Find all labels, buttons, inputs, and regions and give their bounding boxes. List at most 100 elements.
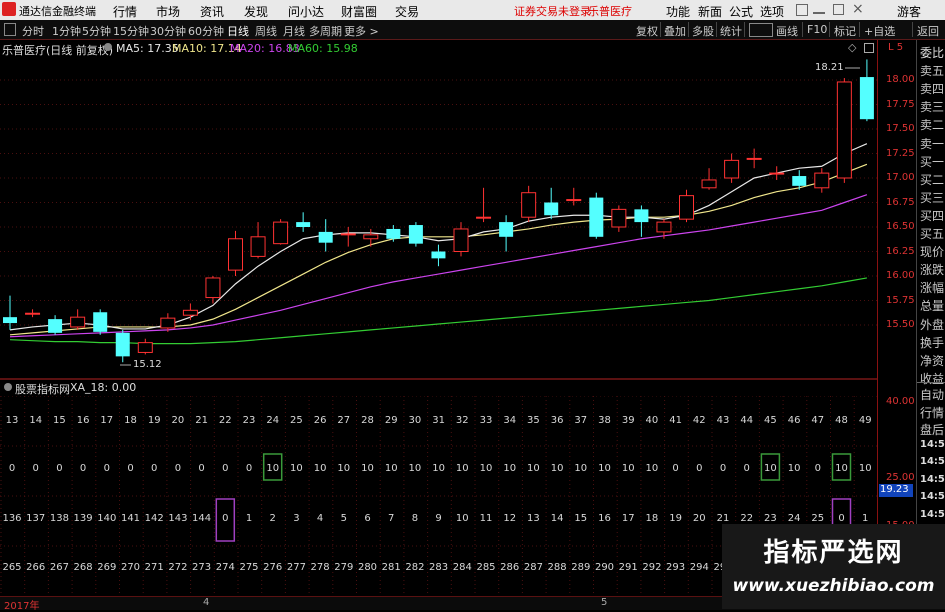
- indicator-cell: 43: [717, 415, 730, 426]
- month-label-5: 5: [601, 597, 608, 608]
- candle[interactable]: [182, 303, 198, 321]
- tab-5min[interactable]: 5分钟: [82, 23, 111, 39]
- indicator-cell: 47: [811, 415, 824, 426]
- candle[interactable]: [724, 153, 740, 183]
- candle[interactable]: [48, 315, 63, 335]
- quote-label: 涨跌: [920, 263, 945, 278]
- menu-item-hangqing[interactable]: 行情: [113, 3, 137, 20]
- minimize-icon[interactable]: [813, 12, 825, 14]
- kline-chart[interactable]: 18.21 15.12: [0, 56, 877, 378]
- candle[interactable]: [746, 148, 762, 169]
- candle[interactable]: [814, 168, 830, 193]
- menu-item-xinmian[interactable]: 新面: [698, 3, 722, 20]
- indicator-cell: 138: [50, 513, 69, 524]
- close-icon[interactable]: ×: [852, 1, 864, 17]
- login-status[interactable]: 证券交易未登录: [514, 3, 591, 19]
- settings-icon[interactable]: [796, 4, 808, 16]
- candle[interactable]: [701, 168, 717, 190]
- user-label[interactable]: 游客: [897, 3, 921, 20]
- tab-fenshi[interactable]: 分时: [22, 23, 44, 39]
- candle[interactable]: [679, 189, 694, 223]
- menu-item-gongneng[interactable]: 功能: [666, 3, 690, 20]
- indicator-cell: 137: [26, 513, 45, 524]
- candle[interactable]: [318, 219, 333, 252]
- candle[interactable]: [634, 205, 649, 237]
- tool-add-watchlist[interactable]: +自选: [864, 23, 895, 39]
- candle[interactable]: [656, 219, 672, 239]
- candle[interactable]: [386, 225, 401, 242]
- menu-item-jiaoyi[interactable]: 交易: [395, 3, 419, 20]
- tool-duogu[interactable]: 多股: [692, 23, 714, 39]
- indicator-settings-icon[interactable]: [4, 383, 12, 391]
- indicator-cell: 144: [192, 513, 211, 524]
- candle[interactable]: [859, 59, 874, 122]
- tab-30min[interactable]: 30分钟: [150, 23, 186, 39]
- candle[interactable]: [521, 185, 537, 223]
- candle[interactable]: [93, 309, 108, 335]
- candle[interactable]: [476, 187, 492, 223]
- candle[interactable]: [769, 166, 785, 180]
- candle[interactable]: [589, 192, 604, 239]
- candle[interactable]: [611, 205, 627, 232]
- menu-item-faxian[interactable]: 发现: [244, 3, 268, 20]
- quote-label: 卖一: [920, 136, 945, 151]
- tool-huaxian[interactable]: 画线: [776, 23, 798, 39]
- menu-item-zixun[interactable]: 资讯: [200, 3, 224, 20]
- low-label: 15.12: [133, 359, 162, 370]
- candle[interactable]: [70, 309, 86, 330]
- candle[interactable]: [25, 309, 41, 318]
- candle[interactable]: [340, 227, 356, 247]
- indicator-cell: 25: [811, 513, 824, 524]
- indicator-cell: 21: [195, 415, 208, 426]
- tab-1min[interactable]: 1分钟: [52, 23, 81, 39]
- indicator-cell: 268: [74, 562, 93, 573]
- tab-60min[interactable]: 60分钟: [188, 23, 224, 39]
- tool-diejia[interactable]: 叠加: [664, 23, 686, 39]
- candle[interactable]: [499, 215, 514, 252]
- tool-f10[interactable]: F10: [807, 23, 827, 36]
- candle[interactable]: [544, 187, 559, 220]
- menu-item-caifuquan[interactable]: 财富圈: [341, 3, 377, 20]
- candle[interactable]: [250, 222, 266, 259]
- candle[interactable]: [408, 222, 423, 247]
- candle[interactable]: [137, 338, 153, 355]
- menu-item-gongshi[interactable]: 公式: [729, 3, 753, 20]
- price-grid: [0, 79, 877, 326]
- tool-tongji[interactable]: 统计: [720, 23, 742, 39]
- diamond-icon[interactable]: ◇: [848, 41, 856, 54]
- indicator-cell: 34: [503, 415, 516, 426]
- grid-icon[interactable]: [4, 23, 16, 36]
- indicator-cell: 13: [6, 415, 19, 426]
- candle[interactable]: [431, 244, 446, 267]
- candle[interactable]: [115, 329, 130, 363]
- tab-15min[interactable]: 15分钟: [113, 23, 149, 39]
- candle[interactable]: [273, 219, 289, 245]
- menu-item-xuanxiang[interactable]: 选项: [760, 3, 784, 20]
- tab-more[interactable]: 更多 >: [344, 23, 379, 39]
- price-tick: 17.25: [886, 147, 915, 159]
- window-icon[interactable]: [864, 43, 874, 53]
- tab-multi-period[interactable]: 多周期: [309, 23, 342, 39]
- indicator-cell: 19: [148, 415, 161, 426]
- tool-back[interactable]: 返回: [917, 23, 939, 39]
- candle[interactable]: [296, 212, 311, 232]
- tab-daily[interactable]: 日线: [227, 23, 249, 39]
- settings-dot-icon[interactable]: [104, 43, 112, 51]
- quote-label: 总量: [920, 299, 945, 314]
- menu-item-wenxiaoda[interactable]: 问小达: [288, 3, 324, 20]
- candle[interactable]: [228, 230, 243, 276]
- candle[interactable]: [3, 295, 17, 330]
- tool-fuquan[interactable]: 复权: [636, 23, 658, 39]
- tab-monthly[interactable]: 月线: [283, 23, 305, 39]
- quote-label: 现价: [920, 245, 945, 260]
- indicator-cell: 25: [290, 415, 303, 426]
- candle[interactable]: [205, 276, 221, 304]
- indicator-cell: 10: [456, 463, 469, 474]
- menu-item-shichang[interactable]: 市场: [156, 3, 180, 20]
- candle[interactable]: [836, 78, 852, 183]
- chart-mode-icon[interactable]: [749, 23, 773, 37]
- maximize-icon[interactable]: [833, 4, 844, 15]
- tab-weekly[interactable]: 周线: [255, 23, 277, 39]
- indicator-cell: 48: [835, 415, 848, 426]
- tool-biaoji[interactable]: 标记: [834, 23, 856, 39]
